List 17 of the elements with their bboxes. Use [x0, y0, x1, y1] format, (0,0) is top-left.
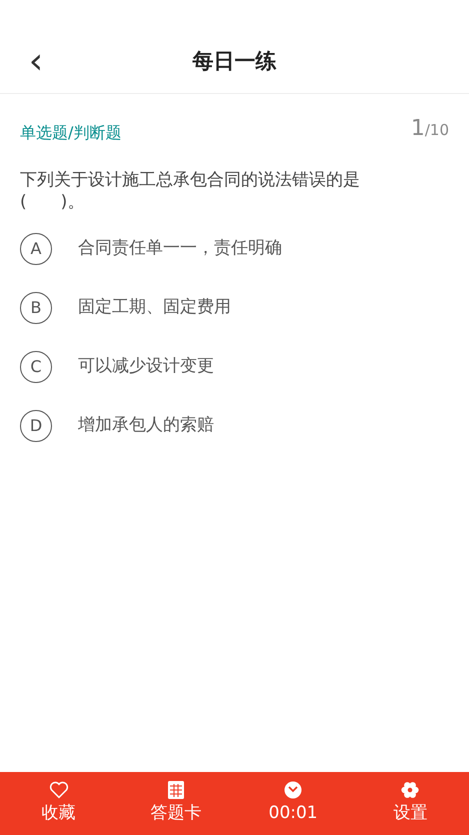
- answer-option[interactable]: C 可以减少设计变更: [20, 351, 449, 383]
- bottom-bar-item[interactable]: 收藏: [0, 772, 118, 835]
- answer-option[interactable]: B 固定工期、固定费用: [20, 292, 449, 324]
- question-type: 单选题/判断题: [20, 122, 122, 144]
- bottom-bar-item[interactable]: 设置: [352, 772, 469, 835]
- question-counter: 1/10: [410, 115, 449, 143]
- bottom-bar-item[interactable]: 00:01: [234, 772, 352, 835]
- back-button[interactable]: ‹: [22, 44, 50, 80]
- settings-icon: [400, 780, 420, 799]
- answer-option[interactable]: A 合同责任单一一，责任明确: [20, 233, 449, 265]
- clock-icon: [284, 780, 302, 799]
- bottom-bar-item[interactable]: 答题卡: [117, 772, 234, 835]
- grid-icon: [168, 780, 184, 799]
- heart-icon: [48, 780, 69, 799]
- question-text: 下列关于设计施工总承包合同的说法错误的是( )。: [19, 169, 361, 213]
- page-title: 每日一练: [192, 48, 276, 75]
- answer-option[interactable]: D 增加承包人的索赔: [20, 410, 449, 442]
